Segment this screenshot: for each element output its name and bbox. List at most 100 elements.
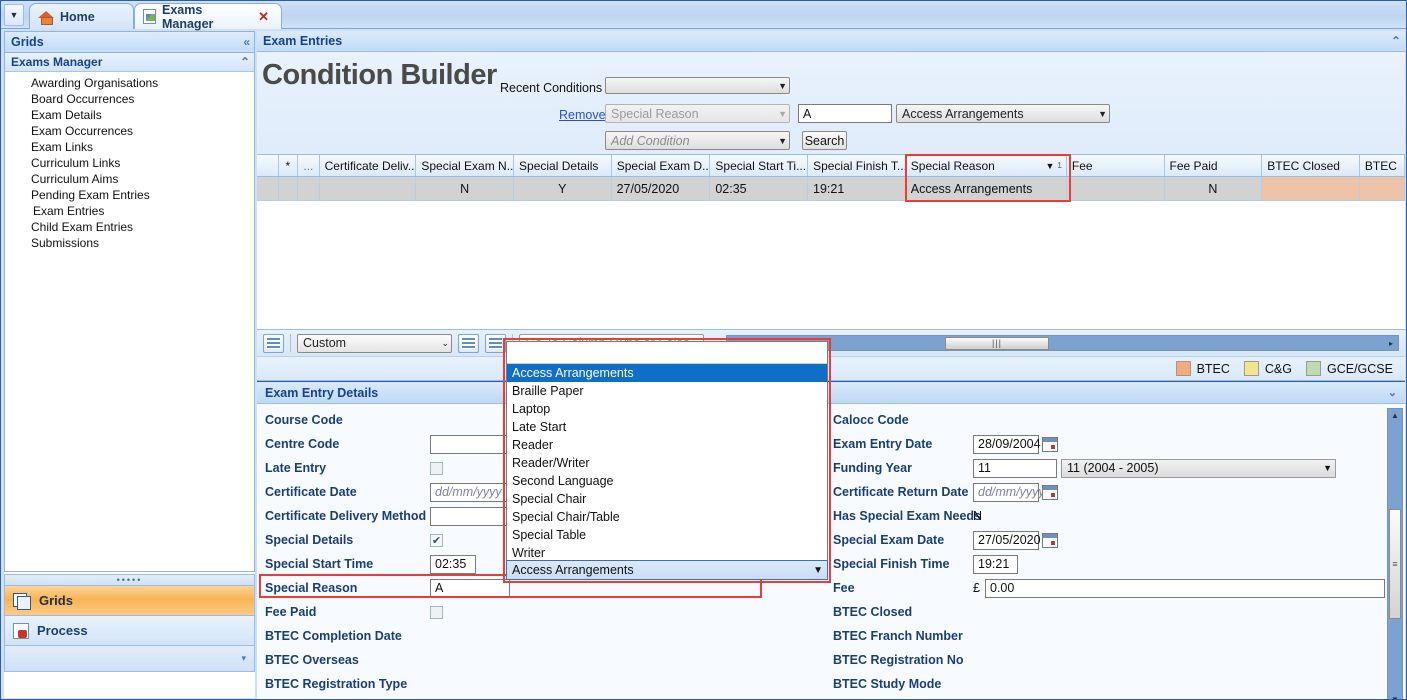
scroll-right-icon[interactable]: ▸ [1384,339,1398,348]
field-has-special-exam-needs: Has Special Exam Needs N [833,504,1393,528]
layout-combo[interactable]: Custom ⌄ [297,333,452,353]
input-special-finish-time[interactable]: 19:21 [973,554,1018,574]
input-special-reason[interactable]: A [430,578,510,598]
details-vertical-scrollbar[interactable]: ▲ ≡ ▼ [1387,408,1403,699]
dropdown-item-special-chair-table[interactable]: Special Chair/Table [507,508,827,526]
sidebar-item-child-exam-entries[interactable]: Child Exam Entries [5,219,254,235]
scrollbar-thumb[interactable]: ||| [945,336,1049,350]
dropdown-item-late-start[interactable]: Late Start [507,418,827,436]
grid-header-special-start-time[interactable]: Special Start Ti... [710,155,809,176]
grid-header-certificate-delivery[interactable]: Certificate Deliv... [319,155,417,176]
input-special-exam-date[interactable]: 27/05/2020 [973,530,1041,550]
dropdown-item-special-chair[interactable]: Special Chair [507,490,827,508]
chevron-down-icon[interactable]: ▾ [241,653,246,664]
dropdown-blank-item[interactable] [507,342,827,364]
label-special-start-time: Special Start Time [265,557,374,571]
grid-header-ellipsis[interactable]: ... [298,155,320,176]
export-excel-icon[interactable] [263,333,284,353]
grid-header-indicator[interactable] [257,155,279,176]
close-icon[interactable]: ✕ [258,9,269,25]
input-certificate-return-date[interactable]: dd/mm/yyyy [973,482,1045,502]
calendar-icon[interactable] [1042,484,1058,500]
input-certificate-date[interactable]: dd/mm/yyyy [430,482,508,502]
checkbox-fee-paid[interactable] [430,605,443,619]
sidebar-item-exam-occurrences[interactable]: Exam Occurrences [5,123,254,139]
calendar-icon[interactable] [1042,436,1058,452]
collapse-main-icon[interactable]: ⌃ [1391,34,1401,48]
grid-header-special-details[interactable]: Special Details [514,155,612,176]
sidebar-item-board-occurrences[interactable]: Board Occurrences [5,91,254,107]
dropdown-item-special-table[interactable]: Special Table [507,526,827,544]
sidebar-group-header[interactable]: Exams Manager ⌃ [4,53,255,72]
sidebar-item-exam-details[interactable]: Exam Details [5,107,254,123]
collapse-sidebar-icon[interactable]: « [243,35,250,49]
grid-header-special-exam-date[interactable]: Special Exam D... [611,155,711,176]
recent-conditions-combo[interactable]: ▼ [605,77,790,94]
grid-header-special-reason[interactable]: Special Reason ▼ 1 [905,155,1067,176]
checkbox-late-entry[interactable] [430,461,443,475]
sidebar-item-awarding-organisations[interactable]: Awarding Organisations [5,75,254,91]
sidebar-item-pending-exam-entries[interactable]: Pending Exam Entries [5,187,254,203]
expand-details-icon[interactable]: ⌄ [1388,386,1397,399]
grid-header-btec[interactable]: BTEC [1359,155,1405,176]
sidebar-nav-button-grids[interactable]: Grids [4,586,255,616]
remove-condition-link[interactable]: Remove [559,108,606,122]
tab-list-dropdown-icon[interactable]: ▼ [4,4,24,26]
sidebar-item-exam-links[interactable]: Exam Links [5,139,254,155]
input-special-start-time[interactable]: 02:35 [430,554,476,574]
chevron-up-icon[interactable]: ⌃ [240,55,250,69]
checkbox-special-details[interactable]: ✔ [430,533,443,547]
condition-value-text: A [803,106,812,121]
input-centre-code[interactable] [430,434,510,454]
condition-reason-combo[interactable]: Access Arrangements ▼ [896,104,1110,123]
calendar-icon[interactable] [1042,532,1058,548]
grid-header-special-exam-needs[interactable]: Special Exam N... [416,155,515,176]
dropdown-item-braille-paper[interactable]: Braille Paper [507,382,827,400]
scroll-up-icon[interactable]: ▲ [1388,409,1402,423]
condition-value-input[interactable]: A [798,104,892,123]
scrollbar-thumb-vertical[interactable]: ≡ [1389,509,1401,619]
grids-icon [13,592,31,610]
input-funding-year[interactable]: 11 [973,458,1057,478]
sort-descending-icon[interactable]: ▼ [1045,161,1054,171]
sidebar-item-submissions[interactable]: Submissions [5,235,254,251]
input-exam-entry-date[interactable]: 28/09/2004 [973,434,1041,454]
input-fee[interactable]: 0.00 [985,578,1385,598]
sidebar-splitter-grip[interactable]: ••••• [4,574,255,586]
table-row[interactable]: N Y 27/05/2020 02:35 19:21 Access Arrang… [257,177,1405,201]
special-reason-combo-closed[interactable]: Access Arrangements ▼ [506,560,828,580]
document-icon [143,9,156,24]
sidebar-header: Grids « [4,31,255,53]
main-header: Exam Entries ⌃ [257,31,1405,52]
label-fee: Fee [833,581,855,595]
scroll-down-icon[interactable]: ▼ [1388,693,1402,699]
grid-header-special-finish-time[interactable]: Special Finish T... [808,155,906,176]
input-certificate-delivery-method[interactable] [430,506,510,526]
search-button[interactable]: Search [802,131,847,150]
edit-layout-icon[interactable] [485,333,506,353]
label-certificate-delivery-method: Certificate Delivery Method [265,509,427,523]
dropdown-item-reader-writer[interactable]: Reader/Writer [507,454,827,472]
grid-header-fee[interactable]: Fee [1066,155,1165,176]
chevron-down-icon: ▼ [778,80,787,91]
grid-header-fee-paid[interactable]: Fee Paid [1164,155,1263,176]
sidebar-nav-button-process[interactable]: Process [4,616,255,646]
add-condition-combo[interactable]: Add Condition ▼ [605,131,790,150]
sidebar-nav-overflow[interactable]: ▾ [4,646,255,672]
sidebar-item-curriculum-links[interactable]: Curriculum Links [5,155,254,171]
tab-home[interactable]: Home [29,3,134,29]
tab-exams-manager[interactable]: Exams Manager ✕ [134,3,282,31]
dropdown-item-second-language[interactable]: Second Language [507,472,827,490]
value-has-special-exam-needs: N [973,509,983,523]
grid-header-star[interactable]: * [278,155,299,176]
combo-funding-year-description[interactable]: 11 (2004 - 2005) ▼ [1061,458,1336,478]
condition-field-combo[interactable]: Special Reason ▼ [605,104,790,123]
dropdown-item-access-arrangements[interactable]: Access Arrangements [507,364,827,382]
column-chooser-icon[interactable] [458,333,479,353]
sidebar-item-exam-entries[interactable]: Exam Entries [31,203,254,219]
grid-header-btec-closed[interactable]: BTEC Closed [1262,155,1360,176]
sidebar-item-curriculum-aims[interactable]: Curriculum Aims [5,171,254,187]
dropdown-item-reader[interactable]: Reader [507,436,827,454]
special-reason-dropdown-list[interactable]: Access Arrangements Braille Paper Laptop… [506,341,828,570]
dropdown-item-laptop[interactable]: Laptop [507,400,827,418]
